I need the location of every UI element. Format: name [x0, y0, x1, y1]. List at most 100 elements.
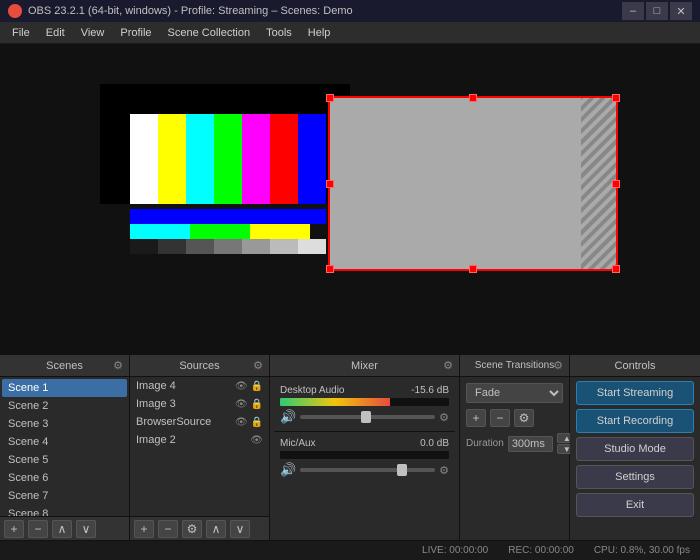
- duration-input[interactable]: [508, 436, 553, 452]
- source-eye-icon-image4[interactable]: 👁: [235, 381, 248, 392]
- source-item-image3[interactable]: Image 3 👁 🔒: [130, 395, 269, 413]
- transition-settings-button[interactable]: ⚙: [514, 409, 534, 427]
- add-scene-button[interactable]: +: [4, 520, 24, 538]
- desktop-audio-slider-thumb[interactable]: [361, 411, 371, 423]
- minimize-button[interactable]: –: [622, 2, 644, 20]
- source-lock-icon-browser[interactable]: 🔒: [251, 417, 263, 428]
- mic-aux-gear-icon[interactable]: ⚙: [439, 464, 449, 477]
- scene-item-1[interactable]: Scene 1: [2, 379, 127, 397]
- source-eye-icon-browser[interactable]: 👁: [235, 417, 248, 428]
- scenes-panel-header: Scenes ⚙: [0, 355, 129, 377]
- start-recording-button[interactable]: Start Recording: [576, 409, 694, 433]
- desktop-audio-name: Desktop Audio: [280, 385, 345, 396]
- menu-profile[interactable]: Profile: [112, 25, 159, 41]
- handle-tm[interactable]: [469, 94, 477, 102]
- duration-label: Duration: [466, 438, 504, 449]
- menu-bar: File Edit View Profile Scene Collection …: [0, 22, 700, 44]
- controls-panel: Controls Start Streaming Start Recording…: [570, 355, 700, 540]
- sources-panel: Sources ⚙ Image 4 👁 🔒 Image 3 👁 🔒 Browse…: [130, 355, 270, 540]
- scene-item-6[interactable]: Scene 6: [2, 469, 127, 487]
- test-pattern: [100, 84, 350, 264]
- scene-item-3[interactable]: Scene 3: [2, 415, 127, 433]
- mixer-panel: Mixer ⚙ Desktop Audio -15.6 dB 🔊 ⚙: [270, 355, 460, 540]
- scene-item-8[interactable]: Scene 8: [2, 505, 127, 516]
- transitions-panel: Scene Transitions ⚙ Fade Cut Swipe + − ⚙…: [460, 355, 570, 540]
- desktop-audio-volume-icon[interactable]: 🔊: [280, 409, 296, 425]
- mixer-config-icon[interactable]: ⚙: [443, 359, 453, 372]
- add-source-button[interactable]: +: [134, 520, 154, 538]
- add-transition-button[interactable]: +: [466, 409, 486, 427]
- mic-aux-slider-thumb[interactable]: [397, 464, 407, 476]
- sources-header-label: Sources: [179, 360, 219, 372]
- source-item-image4[interactable]: Image 4 👁 🔒: [130, 377, 269, 395]
- desktop-audio-slider[interactable]: [300, 415, 435, 419]
- remove-source-button[interactable]: −: [158, 520, 178, 538]
- bottom-panels: Scenes ⚙ Scene 1 Scene 2 Scene 3 Scene 4…: [0, 354, 700, 540]
- scenes-list: Scene 1 Scene 2 Scene 3 Scene 4 Scene 5 …: [0, 377, 129, 516]
- sources-config-icon[interactable]: ⚙: [253, 359, 263, 372]
- transition-add-row: + − ⚙: [466, 409, 563, 427]
- selected-source-box: [328, 96, 618, 271]
- studio-mode-button[interactable]: Studio Mode: [576, 437, 694, 461]
- desktop-audio-meter: [280, 398, 449, 406]
- settings-button[interactable]: Settings: [576, 465, 694, 489]
- menu-view[interactable]: View: [73, 25, 113, 41]
- close-button[interactable]: ✕: [670, 2, 692, 20]
- hatch-pattern: [581, 98, 616, 269]
- transitions-config-icon[interactable]: ⚙: [553, 359, 563, 372]
- mic-aux-db: 0.0 dB: [420, 438, 449, 449]
- status-bar: LIVE: 00:00:00 REC: 00:00:00 CPU: 0.8%, …: [0, 540, 700, 560]
- scene-item-4[interactable]: Scene 4: [2, 433, 127, 451]
- desktop-audio-channel: Desktop Audio -15.6 dB 🔊 ⚙: [274, 381, 455, 429]
- desktop-audio-db: -15.6 dB: [411, 385, 449, 396]
- remove-scene-button[interactable]: −: [28, 520, 48, 538]
- handle-bm[interactable]: [469, 265, 477, 273]
- sources-list: Image 4 👁 🔒 Image 3 👁 🔒 BrowserSource 👁 …: [130, 377, 269, 516]
- cpu-status: CPU: 0.8%, 30.00 fps: [594, 545, 690, 556]
- scene-item-5[interactable]: Scene 5: [2, 451, 127, 469]
- scenes-config-icon[interactable]: ⚙: [113, 359, 123, 372]
- duration-row: Duration ▲ ▼: [466, 433, 563, 454]
- menu-help[interactable]: Help: [300, 25, 339, 41]
- remove-transition-button[interactable]: −: [490, 409, 510, 427]
- move-scene-up-button[interactable]: ∧: [52, 520, 72, 538]
- mic-aux-name: Mic/Aux: [280, 438, 316, 449]
- source-item-image2[interactable]: Image 2 👁: [130, 431, 269, 449]
- mixer-panel-header: Mixer ⚙: [270, 355, 459, 377]
- scene-item-7[interactable]: Scene 7: [2, 487, 127, 505]
- source-settings-button[interactable]: ⚙: [182, 520, 202, 538]
- mixer-divider: [274, 431, 455, 432]
- desktop-audio-gear-icon[interactable]: ⚙: [439, 411, 449, 424]
- transition-type-select[interactable]: Fade Cut Swipe: [466, 383, 563, 403]
- preview-area: [0, 44, 700, 354]
- menu-edit[interactable]: Edit: [38, 25, 73, 41]
- scene-item-2[interactable]: Scene 2: [2, 397, 127, 415]
- menu-file[interactable]: File: [4, 25, 38, 41]
- source-item-browser[interactable]: BrowserSource 👁 🔒: [130, 413, 269, 431]
- menu-tools[interactable]: Tools: [258, 25, 300, 41]
- start-streaming-button[interactable]: Start Streaming: [576, 381, 694, 405]
- move-source-down-button[interactable]: ∨: [230, 520, 250, 538]
- source-lock-icon-image4[interactable]: 🔒: [251, 381, 263, 392]
- source-lock-icon-image3[interactable]: 🔒: [251, 399, 263, 410]
- exit-button[interactable]: Exit: [576, 493, 694, 517]
- title-bar-left: OBS 23.2.1 (64-bit, windows) - Profile: …: [8, 4, 353, 18]
- title-bar: OBS 23.2.1 (64-bit, windows) - Profile: …: [0, 0, 700, 22]
- move-source-up-button[interactable]: ∧: [206, 520, 226, 538]
- handle-br[interactable]: [612, 265, 620, 273]
- scenes-panel: Scenes ⚙ Scene 1 Scene 2 Scene 3 Scene 4…: [0, 355, 130, 540]
- handle-tl[interactable]: [326, 94, 334, 102]
- maximize-button[interactable]: □: [646, 2, 668, 20]
- handle-tr[interactable]: [612, 94, 620, 102]
- mic-aux-name-row: Mic/Aux 0.0 dB: [280, 438, 449, 449]
- source-eye-icon-image3[interactable]: 👁: [235, 399, 248, 410]
- handle-ml[interactable]: [326, 180, 334, 188]
- move-scene-down-button[interactable]: ∨: [76, 520, 96, 538]
- handle-mr[interactable]: [612, 180, 620, 188]
- source-icons-image4: 👁 🔒: [235, 381, 263, 392]
- mic-aux-volume-icon[interactable]: 🔊: [280, 462, 296, 478]
- handle-bl[interactable]: [326, 265, 334, 273]
- source-eye-icon-image2[interactable]: 👁: [250, 435, 263, 446]
- mic-aux-slider[interactable]: [300, 468, 435, 472]
- menu-scene-collection[interactable]: Scene Collection: [160, 25, 259, 41]
